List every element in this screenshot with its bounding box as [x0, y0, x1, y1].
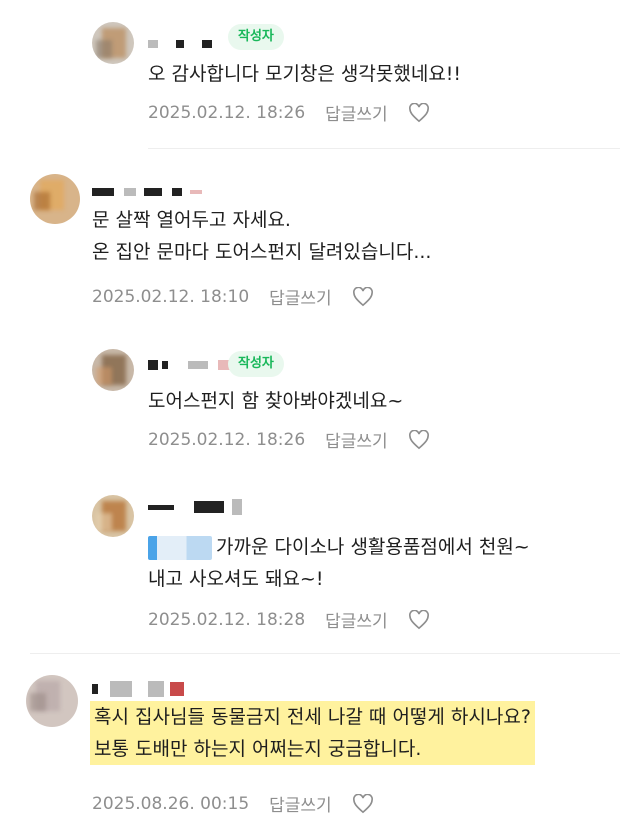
- author-badge: 작성자: [228, 351, 284, 377]
- commenter-name[interactable]: [92, 677, 184, 701]
- comment-text: 오 감사합니다 모기창은 생각못했네요!!: [148, 63, 462, 85]
- comment-reply: 작성자 도어스펀지 함 찾아봐야겠네요~ 2025.02.12. 18:26 답…: [0, 325, 640, 475]
- author-badge: 작성자: [228, 24, 284, 50]
- comment-text: 도어스펀지 함 찾아봐야겠네요~: [148, 390, 404, 412]
- comment-date: 2025.02.12. 18:10: [92, 286, 250, 307]
- avatar[interactable]: [92, 22, 134, 64]
- commenter-name[interactable]: [92, 180, 202, 204]
- comment-text: 혹시 집사님들 동물금지 전세 나갈 때 어떻게 하시나요? 보통 도배만 하는…: [90, 701, 535, 765]
- comment: 문 살짝 열어두고 자세요. 온 집안 문마다 도어스펀지 달려있습니다... …: [0, 150, 640, 320]
- reply-button[interactable]: 답글쓰기: [269, 284, 332, 309]
- heart-outline-icon[interactable]: [352, 286, 374, 307]
- heart-outline-icon[interactable]: [352, 793, 374, 814]
- heart-outline-icon[interactable]: [408, 609, 430, 630]
- commenter-name[interactable]: [148, 495, 242, 519]
- divider: [30, 653, 620, 654]
- comment-date: 2025.02.12. 18:26: [148, 429, 306, 450]
- comment-text: 가까운 다이소나 생활용품점에서 천원~ 내고 사오셔도 돼요~!: [148, 535, 530, 590]
- heart-outline-icon[interactable]: [408, 102, 430, 123]
- comment-reply: 가까운 다이소나 생활용품점에서 천원~ 내고 사오셔도 돼요~! 2025.0…: [0, 475, 640, 655]
- commenter-name[interactable]: [148, 32, 212, 56]
- comment-meta: 2025.02.12. 18:26 답글쓰기: [148, 427, 430, 452]
- divider: [148, 148, 620, 149]
- comment-reply: 작성자 오 감사합니다 모기창은 생각못했네요!! 2025.02.12. 18…: [0, 0, 640, 150]
- avatar[interactable]: [92, 495, 134, 537]
- comment-meta: 2025.02.12. 18:28 답글쓰기: [148, 607, 430, 632]
- comment-date: 2025.02.12. 18:26: [148, 102, 306, 123]
- mention-tag[interactable]: [148, 535, 212, 560]
- avatar[interactable]: [26, 675, 78, 727]
- comment-date: 2025.08.26. 00:15: [92, 793, 250, 814]
- avatar[interactable]: [92, 349, 134, 391]
- comment-date: 2025.02.12. 18:28: [148, 609, 306, 630]
- reply-button[interactable]: 답글쓰기: [325, 607, 388, 632]
- comment-meta: 2025.02.12. 18:10 답글쓰기: [92, 284, 374, 309]
- comment: 혹시 집사님들 동물금지 전세 나갈 때 어떻게 하시나요? 보통 도배만 하는…: [0, 655, 640, 830]
- reply-button[interactable]: 답글쓰기: [269, 791, 332, 816]
- heart-outline-icon[interactable]: [408, 429, 430, 450]
- comment-meta: 2025.08.26. 00:15 답글쓰기: [92, 791, 374, 816]
- reply-button[interactable]: 답글쓰기: [325, 100, 388, 125]
- comment-meta: 2025.02.12. 18:26 답글쓰기: [148, 100, 430, 125]
- reply-button[interactable]: 답글쓰기: [325, 427, 388, 452]
- comment-text: 문 살짝 열어두고 자세요. 온 집안 문마다 도어스펀지 달려있습니다...: [92, 209, 432, 263]
- avatar[interactable]: [30, 174, 80, 224]
